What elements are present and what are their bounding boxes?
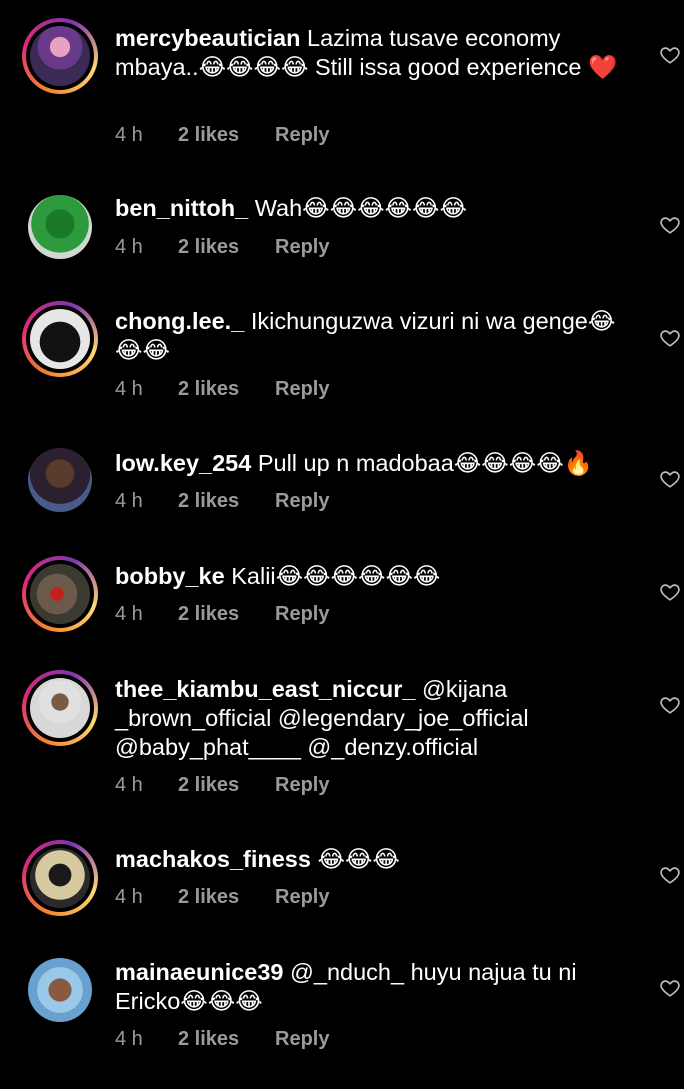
- avatar[interactable]: [22, 442, 98, 518]
- avatar[interactable]: [22, 18, 98, 94]
- comment-likes[interactable]: 2 likes: [178, 490, 239, 513]
- comment-likes[interactable]: 2 likes: [178, 236, 239, 259]
- comment-username[interactable]: mainaeunice39: [115, 959, 284, 985]
- comment-time: 4 h: [115, 236, 143, 258]
- reply-button[interactable]: Reply: [275, 124, 329, 147]
- comment-username[interactable]: bobby_ke: [115, 563, 225, 589]
- comment-time: 4 h: [115, 603, 143, 625]
- reply-button[interactable]: Reply: [275, 378, 329, 401]
- comment-time: 4 h: [115, 490, 143, 512]
- comment-time: 4 h: [115, 378, 143, 400]
- comment-body: Pull up n madobaa😂😂😂😂🔥: [257, 450, 593, 476]
- avatar[interactable]: [22, 670, 98, 746]
- comment-body: 😂😂😂: [317, 846, 400, 872]
- comment-likes[interactable]: 2 likes: [178, 774, 239, 797]
- heart-outline-icon[interactable]: [659, 214, 681, 236]
- comment-likes[interactable]: 2 likes: [178, 1028, 239, 1051]
- heart-outline-icon[interactable]: [659, 327, 681, 349]
- reply-button[interactable]: Reply: [275, 886, 329, 909]
- comment-text: mercybeautician Lazima tusave economy mb…: [115, 24, 635, 82]
- avatar[interactable]: [22, 301, 98, 377]
- comment-likes[interactable]: 2 likes: [178, 603, 239, 626]
- avatar[interactable]: [22, 556, 98, 632]
- reply-button[interactable]: Reply: [275, 236, 329, 259]
- reply-button[interactable]: Reply: [275, 1028, 329, 1051]
- comment-text: chong.lee._ Ikichunguzwa vizuri ni wa ge…: [115, 307, 635, 365]
- heart-outline-icon[interactable]: [659, 977, 681, 999]
- comment-time: 4 h: [115, 124, 143, 146]
- comment-username[interactable]: machakos_finess: [115, 846, 311, 872]
- comment-text: thee_kiambu_east_niccur_ @kijana _brown_…: [115, 675, 635, 762]
- comment-likes[interactable]: 2 likes: [178, 378, 239, 401]
- comment-username[interactable]: mercybeautician: [115, 25, 300, 51]
- comment-text: mainaeunice39 @_nduch_ huyu najua tu ni …: [115, 958, 635, 1016]
- comment-likes[interactable]: 2 likes: [178, 124, 239, 147]
- comment-text: low.key_254 Pull up n madobaa😂😂😂😂🔥: [115, 449, 635, 478]
- comment-time: 4 h: [115, 774, 143, 796]
- comment-username[interactable]: chong.lee._: [115, 308, 244, 334]
- comment-text: ben_nittoh_ Wah😂😂😂😂😂😂: [115, 194, 635, 223]
- comment-username[interactable]: low.key_254: [115, 450, 251, 476]
- comment-username[interactable]: thee_kiambu_east_niccur_: [115, 676, 415, 702]
- avatar[interactable]: [22, 840, 98, 916]
- comment-body: Kalii😂😂😂😂😂😂: [231, 563, 441, 589]
- heart-outline-icon[interactable]: [659, 694, 681, 716]
- comment-text: bobby_ke Kalii😂😂😂😂😂😂: [115, 562, 635, 591]
- heart-outline-icon[interactable]: [659, 44, 681, 66]
- avatar[interactable]: [22, 189, 98, 265]
- comment-time: 4 h: [115, 1028, 143, 1050]
- comment-body: Wah😂😂😂😂😂😂: [254, 195, 467, 221]
- reply-button[interactable]: Reply: [275, 490, 329, 513]
- comment-text: machakos_finess 😂😂😂: [115, 845, 635, 874]
- reply-button[interactable]: Reply: [275, 603, 329, 626]
- comment-likes[interactable]: 2 likes: [178, 886, 239, 909]
- reply-button[interactable]: Reply: [275, 774, 329, 797]
- heart-outline-icon[interactable]: [659, 581, 681, 603]
- heart-outline-icon[interactable]: [659, 864, 681, 886]
- avatar[interactable]: [22, 952, 98, 1028]
- comment-time: 4 h: [115, 886, 143, 908]
- comment-username[interactable]: ben_nittoh_: [115, 195, 248, 221]
- heart-outline-icon[interactable]: [659, 468, 681, 490]
